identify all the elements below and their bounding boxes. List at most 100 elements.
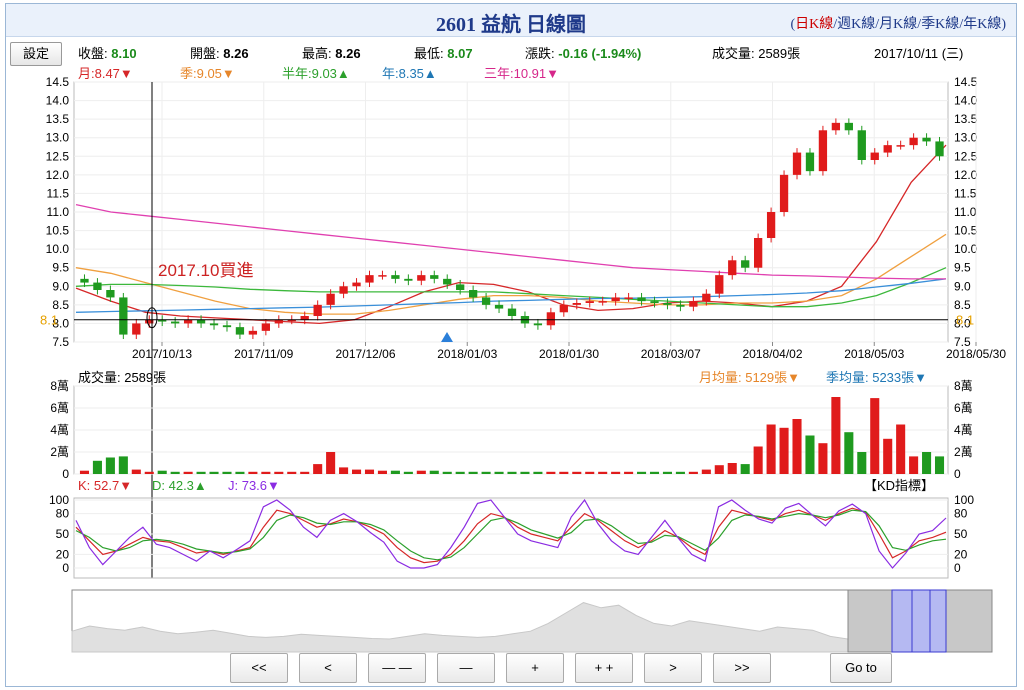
volume-bar <box>222 471 232 474</box>
volume-bar <box>585 471 595 474</box>
candle <box>365 275 374 283</box>
candle <box>715 275 724 294</box>
zoom-in-more-button[interactable]: + + <box>575 653 633 683</box>
volume-bar <box>79 470 90 474</box>
nav-first-button[interactable]: << <box>230 653 288 683</box>
kd-tick-left: 50 <box>56 527 70 541</box>
volume-bar <box>92 460 102 474</box>
price-tick-left: 14.5 <box>46 75 70 89</box>
volume-tick-right: 6萬 <box>954 401 973 415</box>
volume-bar <box>287 471 297 474</box>
buy-annotation: 2017.10買進 <box>158 261 253 280</box>
candle <box>766 212 776 238</box>
candle <box>585 301 594 303</box>
date-tick-label: 2017/10/13 <box>132 347 192 361</box>
volume-bar <box>870 398 880 474</box>
candle <box>300 316 309 320</box>
price-tick-right: 10.5 <box>954 224 978 238</box>
volume-bar <box>507 471 517 474</box>
zoom-out-button[interactable]: — <box>437 653 495 683</box>
price-tick-right: 8.5 <box>954 298 971 312</box>
volume-bar <box>326 452 336 474</box>
price-tick-left: 9.0 <box>52 279 69 293</box>
date-tick-label: 2017/11/09 <box>234 347 293 361</box>
candle <box>611 297 620 302</box>
volume-bar <box>520 471 530 474</box>
candle <box>261 323 270 331</box>
zoom-in-button[interactable]: + <box>506 653 564 683</box>
ma-line-月 <box>75 144 947 325</box>
volume-bar <box>701 469 711 474</box>
date-tick-label: 2018/05/30 <box>946 347 1006 361</box>
candle <box>326 293 335 305</box>
candle <box>106 290 115 298</box>
candle <box>378 275 387 277</box>
volume-tick-left: 2萬 <box>50 445 69 459</box>
candle <box>831 122 841 131</box>
candle <box>183 319 193 324</box>
candle <box>935 141 944 157</box>
candle <box>663 303 672 305</box>
volume-bar <box>662 471 672 474</box>
date-tick-label: 2018/01/30 <box>539 347 599 361</box>
quarter-avg-volume: 季均量: 5233張▼ <box>826 370 927 385</box>
price-tick-left: 11.0 <box>47 205 70 219</box>
chart-svg[interactable]: 7.5 7.58.0 8.08.5 8.59.0 9.09.5 9.510.0 10.010… <box>0 0 1024 690</box>
volume-bar <box>403 471 413 474</box>
volume-bar <box>675 471 685 474</box>
candle <box>896 145 905 147</box>
candle <box>676 304 685 307</box>
volume-bar <box>416 470 426 474</box>
volume-bar <box>377 470 387 474</box>
volume-bar <box>818 443 828 474</box>
price-tick-right: 13.0 <box>954 131 978 145</box>
zoom-out-more-button[interactable]: — — <box>368 653 426 683</box>
candle <box>818 130 828 172</box>
candle <box>248 330 258 335</box>
volume-bar <box>274 471 284 474</box>
volume-bar <box>339 467 349 474</box>
volume-bar <box>922 452 932 474</box>
kd-panel-frame <box>73 497 949 579</box>
candle <box>637 297 646 302</box>
volume-bar <box>118 456 128 474</box>
volume-bar <box>857 452 867 474</box>
candle <box>909 137 918 146</box>
candle <box>689 301 698 307</box>
price-tick-left: 10.5 <box>46 224 70 238</box>
candle <box>132 323 141 335</box>
volume-bar <box>637 471 647 474</box>
candle <box>209 323 219 326</box>
candle <box>494 304 504 309</box>
date-tick-label: 2017/12/06 <box>335 347 395 361</box>
volume-bar <box>300 471 310 474</box>
candle <box>80 278 89 283</box>
volume-bar <box>727 463 737 474</box>
candle <box>404 278 413 281</box>
volume-bar <box>170 471 180 474</box>
candle <box>222 325 232 328</box>
volume-tick-left: 4萬 <box>50 423 69 437</box>
volume-bar <box>611 471 621 474</box>
date-tick-label: 2018/01/03 <box>437 347 497 361</box>
volume-bar <box>494 471 504 474</box>
candle <box>870 152 879 160</box>
candle <box>754 238 763 268</box>
price-tick-right: 11.0 <box>954 205 977 219</box>
candle <box>922 137 931 142</box>
nav-next-button[interactable]: > <box>644 653 702 683</box>
nav-last-button[interactable]: >> <box>713 653 771 683</box>
candle <box>546 312 556 326</box>
volume-label: 成交量: 2589張 <box>78 370 166 385</box>
price-tick-right: 12.5 <box>954 149 978 163</box>
price-tick-left: 13.0 <box>46 131 70 145</box>
goto-button[interactable]: Go to <box>830 653 892 683</box>
volume-tick-left: 0 <box>62 467 69 481</box>
volume-bar <box>468 471 478 474</box>
volume-bar <box>157 470 167 474</box>
candle <box>119 297 128 335</box>
nav-prev-button[interactable]: < <box>299 653 357 683</box>
volume-bar <box>183 471 193 474</box>
volume-bar <box>753 446 763 474</box>
volume-tick-left: 8萬 <box>50 379 69 393</box>
